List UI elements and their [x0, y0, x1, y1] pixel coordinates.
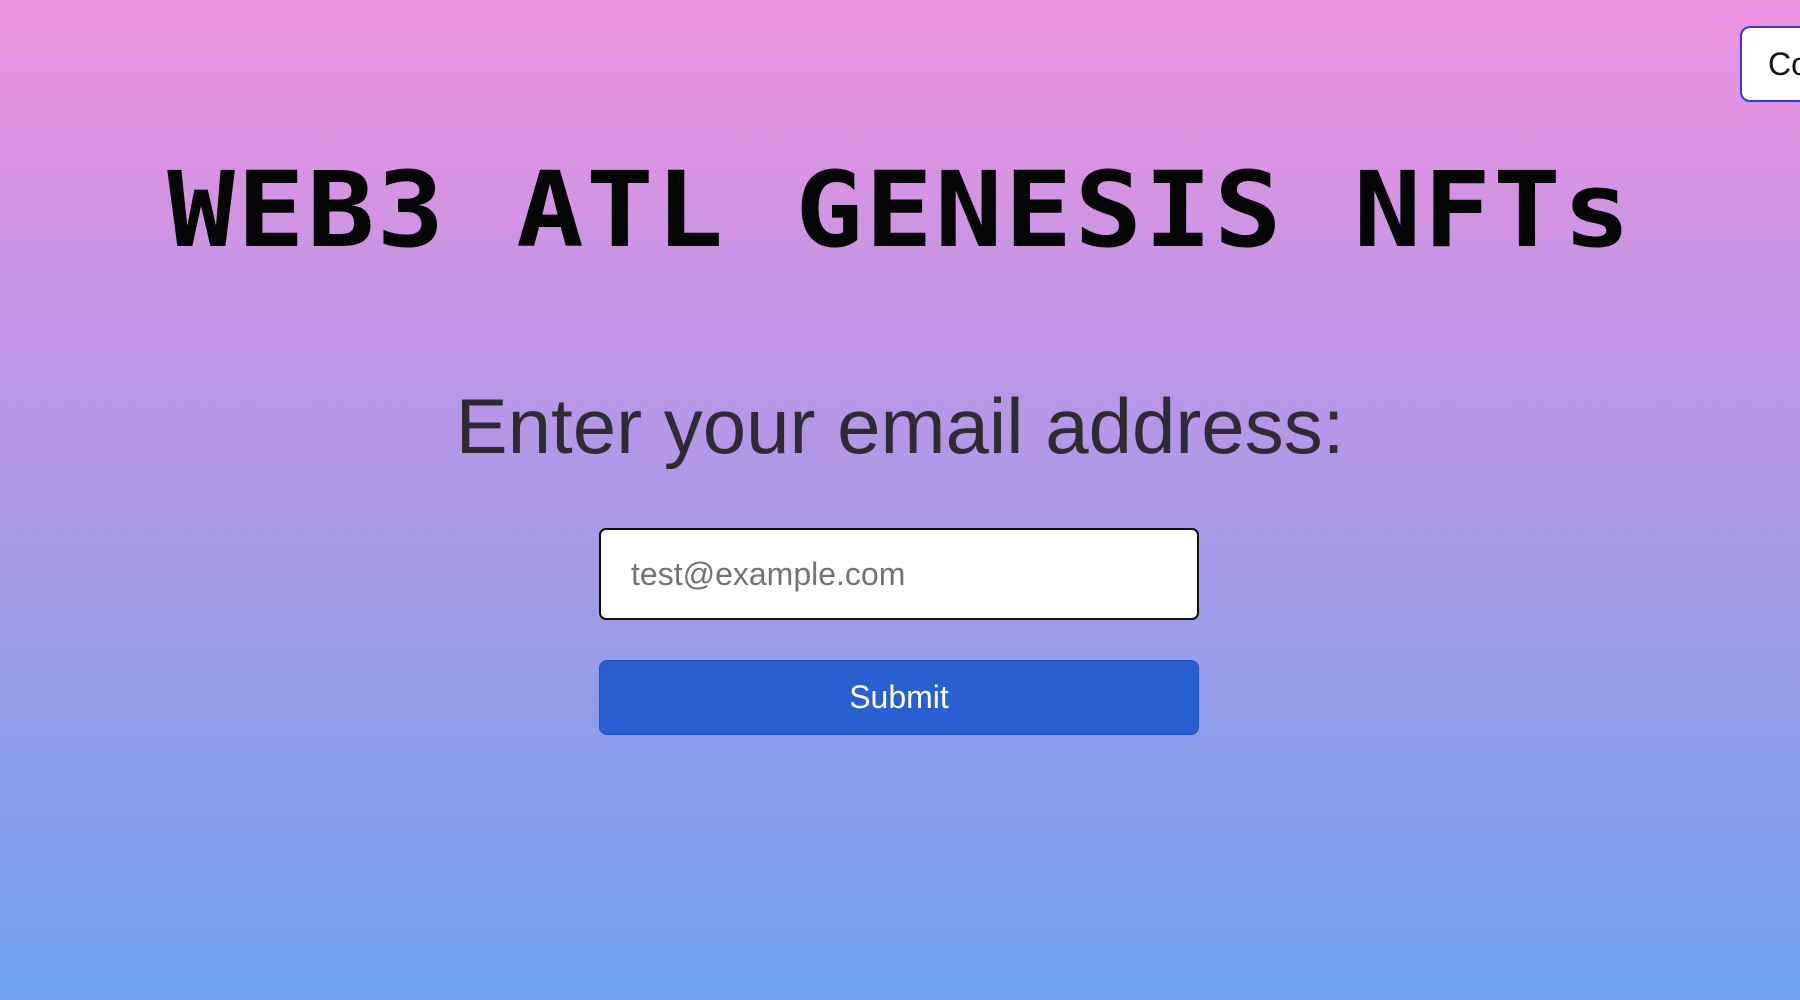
page-title: WEB3 ATL GENESIS NFTs [167, 149, 1633, 271]
email-input[interactable] [599, 528, 1199, 620]
email-prompt: Enter your email address: [455, 382, 1345, 470]
connect-button[interactable]: Co [1740, 26, 1800, 102]
submit-button[interactable]: Submit [599, 660, 1199, 735]
